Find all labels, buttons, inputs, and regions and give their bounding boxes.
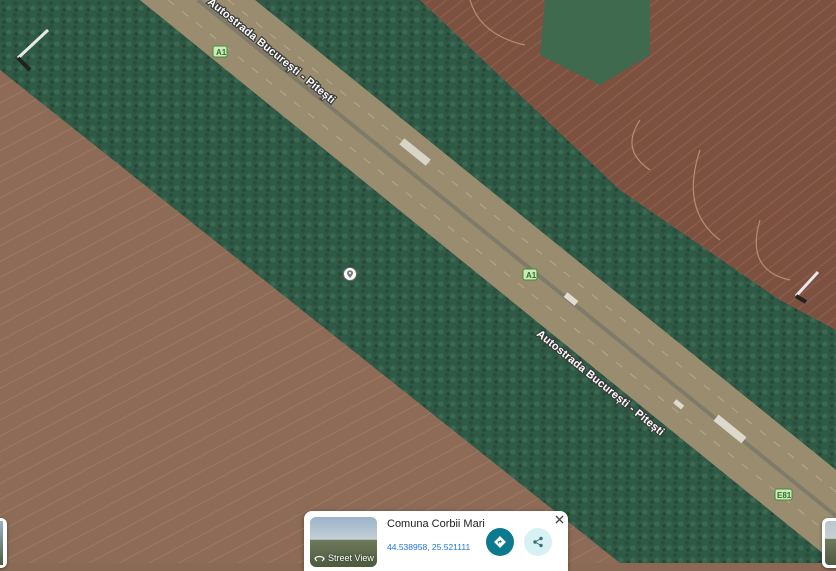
route-shield-e81: E81 [774, 488, 793, 501]
svg-text:A1: A1 [216, 48, 227, 57]
street-view-label[interactable]: Street View [314, 553, 374, 563]
street-view-thumbnail-left[interactable] [0, 518, 7, 568]
thumbnail-image [825, 521, 836, 565]
svg-text:A1: A1 [526, 271, 537, 280]
directions-button[interactable] [486, 528, 514, 556]
place-info-card: Street View Comuna Corbii Mari 44.538958… [304, 511, 568, 571]
place-title: Comuna Corbii Mari [387, 518, 485, 530]
route-shield-a1: A1 [522, 268, 538, 281]
close-icon [555, 515, 563, 523]
share-button[interactable] [524, 528, 552, 556]
location-pin-icon[interactable] [343, 267, 357, 281]
street-view-thumbnail-right[interactable] [822, 518, 836, 568]
close-button[interactable] [553, 513, 565, 525]
place-coordinates[interactable]: 44.538958, 25.521111 [387, 542, 470, 552]
thumbnail-image [0, 521, 3, 565]
street-view-icon [314, 555, 325, 561]
svg-text:E81: E81 [777, 491, 792, 500]
directions-icon [494, 536, 506, 548]
street-view-thumbnail[interactable]: Street View [310, 517, 377, 567]
street-view-text: Street View [328, 553, 374, 563]
satellite-map[interactable]: Autostrada București - Pitești Autostrad… [0, 0, 836, 563]
share-icon [533, 536, 543, 548]
route-shield-a1: A1 [212, 45, 228, 58]
